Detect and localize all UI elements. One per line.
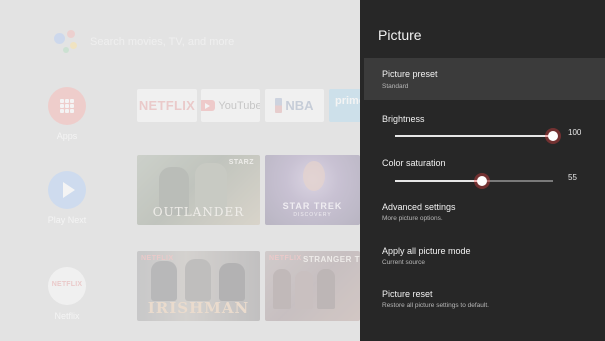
app-tile-prime-video[interactable]: prime	[329, 89, 360, 122]
youtube-logo-text: YouTube	[218, 99, 260, 112]
stranger-things-figure-3	[317, 269, 335, 309]
star-trek-figure	[303, 161, 325, 191]
irishman-title: IRISHMAN	[147, 299, 250, 317]
stranger-things-figure-1	[273, 269, 291, 309]
apply-all-picture-mode-sub: Current source	[382, 259, 425, 266]
apply-all-picture-mode-label: Apply all picture mode	[382, 246, 471, 256]
color-saturation-slider-fill	[395, 180, 482, 182]
picture-preset-value: Standard	[382, 83, 409, 90]
nba-logo-text: NBA	[285, 98, 314, 113]
netflix-badge: NETFLIX	[141, 255, 174, 262]
panel-title: Picture	[378, 27, 422, 43]
play-next-tile-outlander[interactable]: STARZ OUTLANDER	[137, 155, 260, 225]
irishman-figure-2	[185, 259, 211, 301]
netflix-badge-2: NETFLIX	[269, 255, 302, 262]
advanced-settings-item[interactable]: Advanced settings More picture options.	[364, 192, 605, 234]
color-saturation-slider[interactable]	[395, 176, 553, 186]
nav-netflix-label: Netflix	[54, 311, 80, 321]
netflix-channel-icon: NETFLIX	[48, 267, 86, 305]
brightness-slider-fill	[395, 135, 553, 137]
youtube-logo: YouTube	[201, 100, 260, 112]
nav-play-next-label: Play Next	[47, 215, 87, 225]
starz-badge: STARZ	[228, 159, 254, 166]
apply-all-picture-mode-item[interactable]: Apply all picture mode Current source	[364, 236, 605, 278]
outlander-title: OUTLANDER	[152, 205, 245, 219]
google-assistant-icon[interactable]	[54, 30, 82, 56]
picture-reset-sub: Restore all picture settings to default.	[382, 302, 489, 309]
prime-video-logo: prime	[335, 95, 360, 107]
star-trek-title: STAR TREK	[282, 201, 343, 211]
brightness-value: 100	[568, 128, 582, 137]
nav-apps[interactable]: Apps	[35, 87, 99, 141]
nba-mark-icon	[275, 98, 283, 113]
picture-settings-panel: Picture Picture preset Standard Brightne…	[360, 0, 605, 341]
nav-apps-label: Apps	[56, 131, 78, 141]
brightness-label: Brightness	[382, 114, 425, 124]
picture-preset-item[interactable]: Picture preset Standard	[364, 58, 605, 100]
color-saturation-slider-thumb[interactable]	[476, 176, 487, 186]
nav-play-next[interactable]: Play Next	[35, 171, 99, 225]
brightness-item[interactable]: Brightness 100	[364, 103, 605, 145]
nba-logo: NBA	[275, 98, 314, 113]
youtube-play-icon	[201, 100, 216, 111]
search-bar[interactable]: Search movies, TV, and more	[90, 36, 234, 48]
apps-icon	[48, 87, 86, 125]
brightness-slider[interactable]	[395, 131, 558, 141]
app-tile-netflix[interactable]: NETFLIX	[137, 89, 197, 122]
netflix-channel-logo: NETFLIX	[51, 281, 83, 288]
play-icon	[48, 171, 86, 209]
stranger-things-title: STRANGER T	[303, 255, 360, 264]
netflix-tile-stranger-things[interactable]: NETFLIX STRANGER T	[265, 251, 360, 321]
app-tile-youtube[interactable]: YouTube	[201, 89, 260, 122]
advanced-settings-label: Advanced settings	[382, 202, 456, 212]
irishman-figure-3	[219, 263, 245, 301]
picture-reset-item[interactable]: Picture reset Restore all picture settin…	[364, 279, 605, 321]
netflix-logo: NETFLIX	[138, 98, 196, 113]
color-saturation-value: 55	[568, 173, 577, 182]
home-screen: Search movies, TV, and more Apps Play Ne…	[0, 0, 360, 341]
stranger-things-figure-2	[295, 271, 313, 309]
irishman-figure-1	[151, 261, 177, 301]
advanced-settings-sub: More picture options.	[382, 215, 443, 222]
play-next-tile-star-trek[interactable]: STAR TREK DISCOVERY	[265, 155, 360, 225]
picture-reset-label: Picture reset	[382, 289, 433, 299]
picture-preset-label: Picture preset	[382, 69, 438, 79]
netflix-tile-irishman[interactable]: NETFLIX IRISHMAN	[137, 251, 260, 321]
color-saturation-label: Color saturation	[382, 158, 446, 168]
nav-netflix[interactable]: NETFLIX Netflix	[35, 267, 99, 321]
app-tile-nba[interactable]: NBA	[265, 89, 324, 122]
star-trek-subtitle: DISCOVERY	[293, 212, 332, 218]
color-saturation-item[interactable]: Color saturation 55	[364, 147, 605, 189]
brightness-slider-thumb[interactable]	[548, 131, 558, 141]
